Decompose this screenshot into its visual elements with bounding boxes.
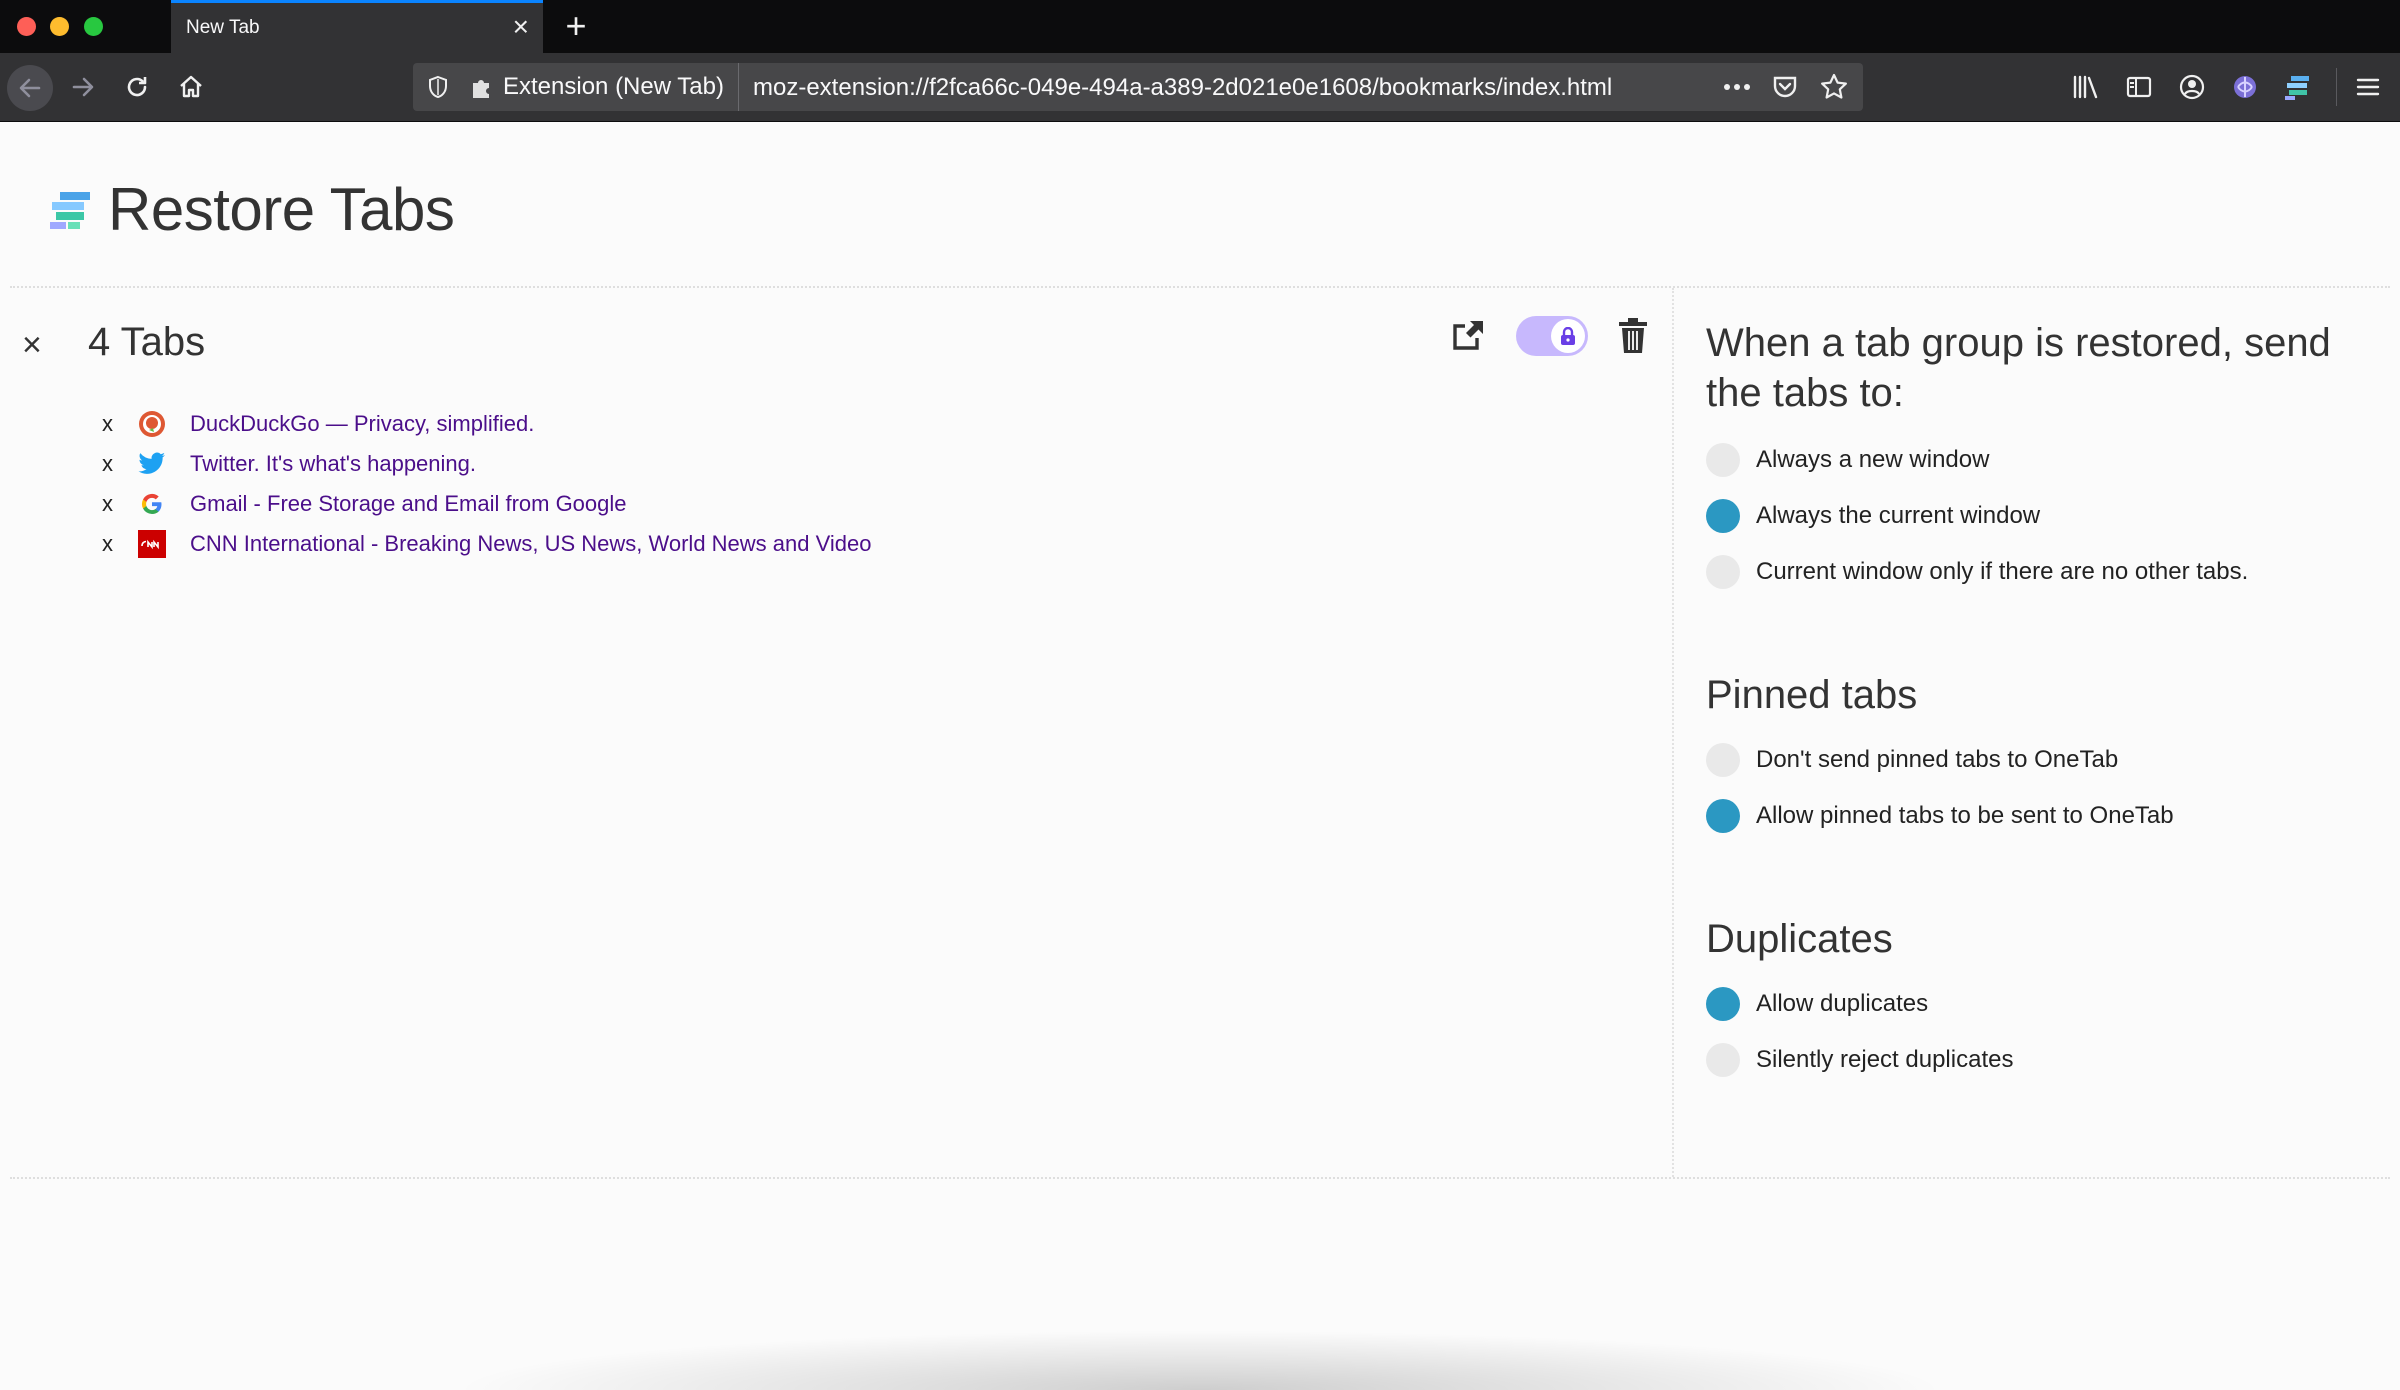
radio-label: Allow duplicates: [1756, 990, 1929, 1017]
more-icon[interactable]: [1723, 83, 1751, 91]
list-item: x CNN International - Breaking News, US …: [102, 524, 871, 564]
restore-tabs-logo-icon: [50, 191, 90, 229]
radio-button[interactable]: [1706, 743, 1740, 777]
divider: [10, 286, 2390, 288]
column-divider: [1672, 288, 1674, 1177]
remove-tab-button[interactable]: x: [102, 491, 138, 517]
reload-button[interactable]: [116, 66, 158, 108]
forward-button[interactable]: [62, 66, 104, 108]
group-title: 4 Tabs: [88, 320, 206, 364]
address-text[interactable]: moz-extension://f2fca66c-049e-494a-a389-…: [753, 74, 1612, 102]
menu-button[interactable]: [2347, 66, 2389, 108]
restore-tabs-icon: [2285, 76, 2309, 100]
browser-tab-title: New Tab: [186, 17, 260, 38]
pinned-option-dont-send[interactable]: Don't send pinned tabs to OneTab: [1706, 732, 2356, 788]
list-item: x Twitter. It's what's happening.: [102, 444, 871, 484]
restore-option-current-window[interactable]: Always the current window: [1706, 488, 2356, 544]
site-identity-label: Extension (New Tab): [503, 73, 724, 100]
pinned-tabs-heading: Pinned tabs: [1706, 673, 1918, 717]
radio-button[interactable]: [1706, 1043, 1740, 1077]
group-actions: [1450, 316, 1648, 356]
duplicates-option-reject[interactable]: Silently reject duplicates: [1706, 1032, 2356, 1088]
radio-label: Current window only if there are no othe…: [1756, 558, 2249, 585]
star-icon[interactable]: [1819, 72, 1849, 102]
saved-tab-link[interactable]: DuckDuckGo — Privacy, simplified.: [190, 411, 534, 437]
remove-tab-button[interactable]: x: [102, 531, 138, 557]
back-button[interactable]: [7, 65, 53, 111]
new-tab-button[interactable]: +: [560, 6, 592, 46]
twitter-favicon-icon: [138, 450, 166, 478]
radio-label: Always the current window: [1756, 502, 2041, 529]
minimize-window-button[interactable]: [50, 17, 69, 36]
remove-tab-button[interactable]: x: [102, 411, 138, 437]
lock-knob: [1551, 319, 1585, 353]
saved-tab-link[interactable]: CNN International - Breaking News, US Ne…: [190, 531, 871, 557]
duplicates-option-allow[interactable]: Allow duplicates: [1706, 976, 2356, 1032]
close-window-button[interactable]: [17, 17, 36, 36]
settings-panel: When a tab group is restored, send the t…: [1706, 318, 2356, 1088]
tab-strip: New Tab × +: [0, 0, 2400, 53]
restore-option-new-window[interactable]: Always a new window: [1706, 432, 2356, 488]
shield-icon[interactable]: [427, 75, 449, 104]
saved-tab-link[interactable]: Gmail - Free Storage and Email from Goog…: [190, 491, 627, 517]
menu-icon: [2356, 78, 2380, 96]
home-icon: [180, 75, 202, 98]
back-arrow-icon: [19, 78, 41, 98]
extension-icon: [2234, 76, 2256, 98]
site-identity[interactable]: Extension (New Tab): [469, 63, 739, 111]
radio-label: Always a new window: [1756, 446, 1990, 473]
close-tab-icon[interactable]: ×: [513, 11, 529, 43]
duckduckgo-favicon-icon: [138, 410, 166, 438]
library-icon: [2073, 75, 2098, 99]
google-favicon-icon: [138, 490, 166, 518]
puzzle-icon: [473, 80, 489, 98]
extension-button[interactable]: [2224, 66, 2266, 108]
radio-button-selected[interactable]: [1706, 987, 1740, 1021]
account-icon: [2179, 74, 2205, 100]
saved-tab-list: x DuckDuckGo — Privacy, simplified. x Tw…: [102, 404, 871, 564]
toolbar-separator: [2336, 68, 2337, 106]
divider: [10, 1177, 2390, 1179]
restore-settings-heading: When a tab group is restored, send the t…: [1706, 321, 2331, 415]
pinned-option-allow[interactable]: Allow pinned tabs to be sent to OneTab: [1706, 788, 2356, 844]
lock-group-toggle[interactable]: [1516, 316, 1588, 356]
sidebar-button[interactable]: [2118, 66, 2160, 108]
remove-tab-button[interactable]: x: [102, 451, 138, 477]
account-button[interactable]: [2171, 66, 2213, 108]
open-external-icon[interactable]: [1450, 318, 1486, 354]
trash-icon[interactable]: [1618, 318, 1648, 354]
navigation-toolbar: Extension (New Tab) moz-extension://f2fc…: [0, 53, 2400, 122]
reload-icon: [127, 77, 147, 97]
library-button[interactable]: [2065, 66, 2107, 108]
radio-button-selected[interactable]: [1706, 499, 1740, 533]
pocket-icon[interactable]: [1771, 73, 1799, 101]
list-item: x Gmail - Free Storage and Email from Go…: [102, 484, 871, 524]
zoom-window-button[interactable]: [84, 17, 103, 36]
radio-label: Allow pinned tabs to be sent to OneTab: [1756, 802, 2174, 829]
page-title: Restore Tabs: [108, 176, 455, 243]
sidebar-icon: [2126, 76, 2152, 98]
cnn-favicon-icon: [138, 530, 166, 558]
forward-arrow-icon: [72, 77, 94, 97]
restore-option-current-if-empty[interactable]: Current window only if there are no othe…: [1706, 544, 2356, 600]
home-button[interactable]: [170, 66, 212, 108]
bottom-shadow: [450, 1330, 1950, 1390]
lock-icon: [1561, 327, 1575, 345]
radio-button[interactable]: [1706, 443, 1740, 477]
radio-label: Silently reject duplicates: [1756, 1046, 2014, 1073]
browser-tab[interactable]: New Tab ×: [171, 0, 543, 53]
remove-group-icon[interactable]: ×: [22, 326, 42, 365]
radio-button[interactable]: [1706, 555, 1740, 589]
saved-tab-link[interactable]: Twitter. It's what's happening.: [190, 451, 476, 477]
page-header: Restore Tabs: [46, 175, 455, 244]
duplicates-heading: Duplicates: [1706, 917, 1893, 961]
restore-tabs-extension-button[interactable]: [2277, 66, 2319, 108]
radio-label: Don't send pinned tabs to OneTab: [1756, 746, 2119, 773]
radio-button-selected[interactable]: [1706, 799, 1740, 833]
url-bar[interactable]: Extension (New Tab) moz-extension://f2fc…: [413, 63, 1863, 111]
list-item: x DuckDuckGo — Privacy, simplified.: [102, 404, 871, 444]
